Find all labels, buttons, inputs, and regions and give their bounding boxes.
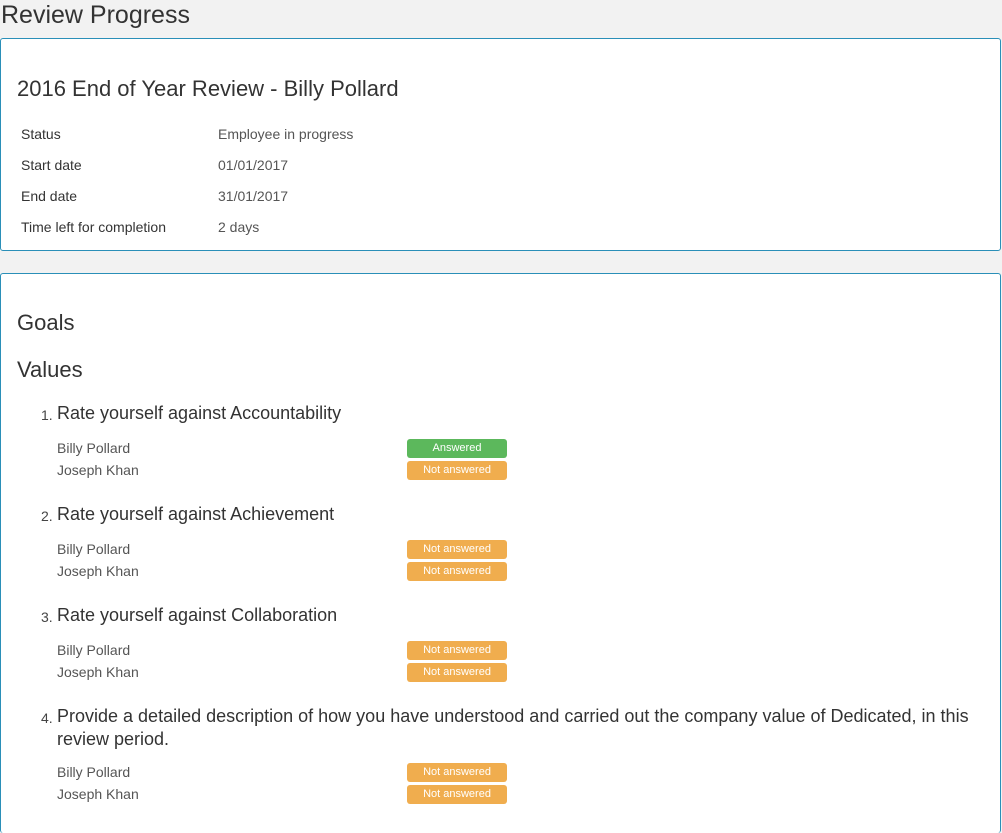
review-info-table: Status Employee in progress Start date 0…: [21, 118, 353, 242]
question-text: Provide a detailed description of how yo…: [57, 706, 969, 749]
respondent-name: Joseph Khan: [57, 563, 139, 579]
respondent-name: Billy Pollard: [57, 642, 131, 658]
question-text: Rate yourself against Accountability: [57, 403, 342, 423]
info-row-start-date: Start date 01/01/2017: [21, 149, 353, 180]
info-value: Employee in progress: [218, 125, 354, 142]
respondent-name: Billy Pollard: [57, 764, 131, 780]
info-row-time-left: Time left for completion 2 days: [21, 211, 353, 242]
respondent-name: Joseph Khan: [57, 664, 139, 680]
status-badge: Not answered: [407, 662, 507, 682]
question-item: 2. Rate yourself against Achievement Bil…: [41, 503, 980, 582]
status-badge: Not answered: [407, 539, 507, 559]
response-row: Billy Pollard Answered: [57, 437, 980, 459]
response-row: Joseph Khan Not answered: [57, 560, 980, 582]
question-number: 2.: [41, 508, 53, 524]
info-label: Start date: [21, 156, 82, 173]
response-row: Joseph Khan Not answered: [57, 783, 980, 805]
info-value: 01/01/2017: [218, 156, 289, 173]
respondent-name: Billy Pollard: [57, 541, 131, 557]
review-heading: 2016 End of Year Review - Billy Pollard: [17, 76, 399, 101]
question-number: 4.: [41, 710, 53, 726]
question-list: 1. Rate yourself against Accountability …: [41, 402, 980, 827]
review-summary-card: 2016 End of Year Review - Billy Pollard …: [0, 38, 1001, 251]
question-item: 3. Rate yourself against Collaboration B…: [41, 604, 980, 683]
question-item: 4. Provide a detailed description of how…: [41, 705, 980, 805]
info-row-end-date: End date 31/01/2017: [21, 180, 353, 211]
question-text: Rate yourself against Collaboration: [57, 605, 338, 625]
info-value: 31/01/2017: [218, 187, 289, 204]
question-number: 1.: [41, 407, 53, 423]
review-detail-card: Goals Values 1. Rate yourself against Ac…: [0, 273, 1001, 833]
info-value: 2 days: [218, 218, 260, 235]
status-badge: Not answered: [407, 784, 507, 804]
info-label: Status: [21, 125, 61, 142]
question-number: 3.: [41, 609, 53, 625]
response-row: Billy Pollard Not answered: [57, 639, 980, 661]
info-label: Time left for completion: [21, 218, 166, 235]
info-row-status: Status Employee in progress: [21, 118, 353, 149]
status-badge: Answered: [407, 438, 507, 458]
info-label: End date: [21, 187, 78, 204]
status-badge: Not answered: [407, 561, 507, 581]
values-heading: Values: [17, 357, 83, 382]
respondent-name: Joseph Khan: [57, 786, 139, 802]
respondent-name: Billy Pollard: [57, 440, 131, 456]
response-row: Joseph Khan Not answered: [57, 459, 980, 481]
goals-heading: Goals: [17, 310, 75, 335]
status-badge: Not answered: [407, 640, 507, 660]
question-item: 1. Rate yourself against Accountability …: [41, 402, 980, 481]
status-badge: Not answered: [407, 762, 507, 782]
page-title: Review Progress: [1, 1, 190, 29]
response-row: Billy Pollard Not answered: [57, 761, 980, 783]
response-row: Joseph Khan Not answered: [57, 661, 980, 683]
status-badge: Not answered: [407, 460, 507, 480]
question-text: Rate yourself against Achievement: [57, 504, 335, 524]
respondent-name: Joseph Khan: [57, 462, 139, 478]
response-row: Billy Pollard Not answered: [57, 538, 980, 560]
